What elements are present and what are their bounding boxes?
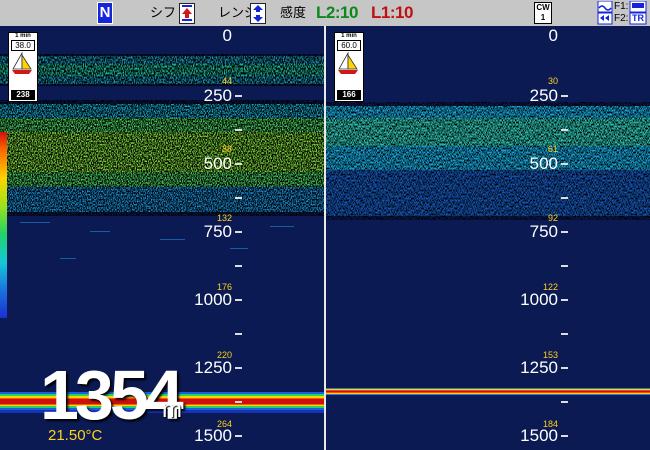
depth-tick	[561, 401, 568, 403]
depth-label-1000: 1000	[520, 290, 558, 309]
ship-icon	[335, 51, 363, 77]
depth-tick	[561, 231, 568, 233]
depth-tick	[235, 265, 242, 267]
right-echo-image	[326, 102, 650, 395]
depth-tick	[561, 367, 568, 369]
depth-tick	[235, 197, 242, 199]
depth-label-500: 500	[203, 154, 232, 173]
depth-tick	[235, 435, 242, 437]
depth-label-750: 750	[203, 222, 232, 241]
range-expand-icon[interactable]	[250, 3, 266, 24]
gauge-bottom-value: 238	[11, 90, 35, 100]
f2-label: F2:	[614, 13, 629, 24]
depth-tick	[235, 333, 242, 335]
minor-label: 176	[216, 282, 232, 292]
minor-label: 88	[221, 144, 232, 154]
depth-tick	[561, 333, 568, 335]
minor-label: 153	[542, 350, 558, 360]
depth-label-1500: 1500	[194, 426, 232, 445]
gauge-value: 60.0	[337, 40, 361, 51]
depth-tick	[561, 95, 568, 97]
depth-tick	[235, 129, 242, 131]
bottom-depth-unit: m	[162, 396, 182, 423]
top-toolbar: N シフト: レンジ: 感度 L2:10 L1:10 CW 1 F1: F2: …	[0, 0, 650, 26]
cw-indicator[interactable]: CW 1	[534, 2, 552, 24]
l2-gain-value[interactable]: L2:10	[316, 0, 358, 26]
depth-label-0: 0	[222, 26, 232, 45]
depth-tick	[561, 197, 568, 199]
shift-down-icon[interactable]	[179, 3, 195, 24]
l1-gain-value[interactable]: L1:10	[371, 0, 413, 26]
depth-tick	[235, 95, 242, 97]
depth-tick	[235, 299, 242, 301]
depth-tick	[235, 163, 242, 165]
depth-tick	[235, 231, 242, 233]
depth-tick	[235, 367, 242, 369]
minor-label: 61	[547, 144, 558, 154]
minor-label: 92	[547, 213, 558, 223]
gauge-interval-label: 1 min	[341, 33, 357, 39]
depth-label-750: 750	[529, 222, 558, 241]
bottom-depth-readout: 1354	[40, 356, 184, 434]
high-frequency-echogram[interactable]: 1 min 60.0 166 0 250 500 750 1000 1250 1…	[326, 26, 650, 450]
depth-tick	[235, 401, 242, 403]
gauge-bottom-value: 166	[337, 90, 361, 100]
depth-label-250: 250	[203, 86, 232, 105]
depth-tick	[561, 129, 568, 131]
depth-label-1000: 1000	[194, 290, 232, 309]
depth-label-0: 0	[548, 26, 558, 45]
minor-label: 44	[221, 76, 232, 86]
depth-label-250: 250	[529, 86, 558, 105]
depth-label-1500: 1500	[520, 426, 558, 445]
color-scale-bar	[0, 132, 7, 318]
minor-label: 132	[216, 213, 232, 223]
gauge-value: 38.0	[11, 40, 35, 51]
depth-label-1250: 1250	[194, 358, 232, 377]
minor-label: 122	[542, 282, 558, 292]
depth-label-1250: 1250	[520, 358, 558, 377]
minor-label: 264	[216, 419, 232, 429]
minor-label: 220	[216, 350, 232, 360]
right-speed-gauge[interactable]: 1 min 60.0 166	[334, 32, 364, 102]
gauge-interval-label: 1 min	[15, 33, 31, 39]
depth-label-500: 500	[529, 154, 558, 173]
depth-tick	[561, 299, 568, 301]
mode-n-badge[interactable]: N	[97, 2, 113, 24]
water-temperature: 21.50°C	[48, 427, 103, 444]
tr-label: TR	[632, 13, 644, 23]
function-keys[interactable]: F1: F2: TR	[596, 0, 650, 25]
ship-icon	[9, 51, 37, 77]
gain-label: 感度	[280, 5, 307, 20]
minor-label: 184	[542, 419, 558, 429]
depth-tick	[561, 265, 568, 267]
minor-label: 30	[547, 76, 558, 86]
depth-tick	[561, 435, 568, 437]
left-speed-gauge[interactable]: 1 min 38.0 238	[8, 32, 38, 102]
depth-tick	[561, 163, 568, 165]
f1-label: F1:	[614, 1, 629, 12]
